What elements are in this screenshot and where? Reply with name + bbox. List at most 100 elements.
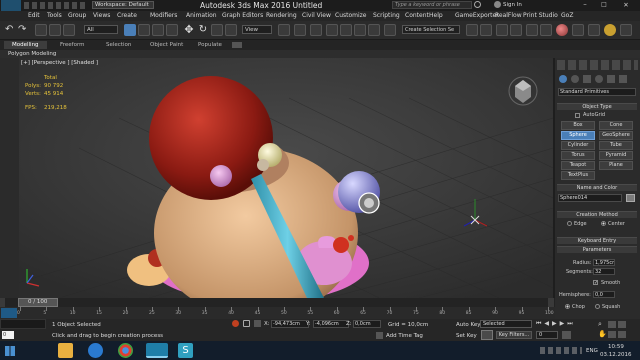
snaps-toggle-icon[interactable] xyxy=(326,24,338,36)
select-by-name-icon[interactable] xyxy=(138,24,150,36)
zoom-all-icon[interactable] xyxy=(608,321,616,328)
edit-named-selection-icon[interactable] xyxy=(384,24,396,36)
search-icon[interactable] xyxy=(474,1,481,8)
zoom-icon[interactable]: ⌕ xyxy=(598,321,606,328)
clock-time[interactable]: 10:59 xyxy=(608,344,624,350)
window-crossing-icon[interactable] xyxy=(166,24,178,36)
selection-filter-dropdown[interactable]: All xyxy=(84,25,118,34)
menu-item-tools[interactable]: Tools xyxy=(47,12,62,19)
auto-key-button[interactable]: Auto Key xyxy=(456,322,481,328)
add-time-tag[interactable]: Add Time Tag xyxy=(386,333,423,339)
zoom-extents-icon[interactable] xyxy=(618,321,626,328)
motion-tab-icon[interactable] xyxy=(595,75,603,83)
autogrid-checkbox[interactable] xyxy=(575,113,580,118)
display-tab-icon[interactable] xyxy=(607,75,615,83)
key-filters-button[interactable]: Key Filters... xyxy=(496,331,532,339)
ribbon-tab-populate[interactable]: Populate xyxy=(190,41,230,49)
segments-field[interactable]: 32 xyxy=(593,268,615,275)
object-type-cylinder-button[interactable]: Cylinder xyxy=(561,141,595,150)
menu-item-create[interactable]: Create xyxy=(117,12,137,19)
z-coordinate-field[interactable]: 0,0cm xyxy=(353,320,381,328)
perspective-viewport[interactable]: [+] [Perspective ] [Shaded ] Total Polys… xyxy=(19,58,553,298)
quick-access-icons[interactable] xyxy=(24,2,88,9)
named-selection-dropdown[interactable]: Create Selection Se xyxy=(402,25,460,34)
menu-item-civil-view[interactable]: Civil View xyxy=(302,12,331,19)
squash-radio[interactable] xyxy=(595,304,600,309)
name-color-header[interactable]: Name and Color xyxy=(557,184,637,191)
center-radio[interactable] xyxy=(601,221,606,226)
scale-icon[interactable] xyxy=(211,24,223,36)
curve-editor-icon[interactable] xyxy=(526,24,538,36)
ie-icon[interactable] xyxy=(88,343,103,358)
3dsmax-taskbar-icon[interactable] xyxy=(146,343,168,358)
reference-coordinate-dropdown[interactable]: View xyxy=(242,25,272,34)
ribbon-tab-selection[interactable]: Selection xyxy=(98,41,139,49)
clock-date[interactable]: 03.12.2016 xyxy=(600,352,632,358)
menu-item-content[interactable]: Content xyxy=(405,12,429,19)
mini-curve-icon[interactable] xyxy=(1,308,17,318)
time-slider-prev[interactable] xyxy=(0,298,5,307)
angle-snap-icon[interactable] xyxy=(340,24,352,36)
menu-item-animation[interactable]: Animation xyxy=(186,12,217,19)
creation-method-header[interactable]: Creation Method xyxy=(557,211,637,218)
object-type-plane-button[interactable]: Plane xyxy=(599,161,633,170)
workspace-dropdown[interactable]: Workspace: Default xyxy=(92,1,154,9)
scene-explorer-icon[interactable] xyxy=(510,24,522,36)
select-object-icon[interactable] xyxy=(124,24,136,36)
lock-icon[interactable] xyxy=(243,320,250,327)
object-name-field[interactable]: Sphere014 xyxy=(558,194,622,202)
select-manipulate-icon[interactable] xyxy=(294,24,306,36)
ribbon-options-icon[interactable] xyxy=(232,42,242,48)
mirror-icon[interactable] xyxy=(466,24,478,36)
set-key-icon[interactable] xyxy=(481,330,493,340)
utilities-tab-icon[interactable] xyxy=(619,75,627,83)
maximize-button[interactable]: □ xyxy=(596,1,612,9)
object-type-teapot-button[interactable]: Teapot xyxy=(561,161,595,170)
menu-item-realflow[interactable]: RealFlow xyxy=(495,12,522,19)
viewport-scene[interactable] xyxy=(19,58,553,298)
smooth-checkbox[interactable]: ✓ xyxy=(593,280,598,286)
radius-field[interactable]: 1,975cm xyxy=(593,259,615,266)
create-tab-icon[interactable] xyxy=(559,75,567,83)
track-bar[interactable]: 0 5 10 15 20 25 30 35 40 45 50 55 60 65 70 75 80 85 90 95 10… xyxy=(0,307,555,319)
menu-item-gameexporter[interactable]: GameExporter xyxy=(455,12,499,19)
move-icon[interactable]: ✥ xyxy=(183,24,195,36)
user-icon[interactable] xyxy=(494,1,501,8)
time-slider[interactable]: 0 / 100 xyxy=(0,298,555,307)
ribbon-tab-modelling[interactable]: Modelling xyxy=(4,41,47,49)
tray-icons[interactable] xyxy=(540,347,582,354)
object-type-geosphere-button[interactable]: GeoSphere xyxy=(599,131,633,140)
set-key-button[interactable]: Set Key xyxy=(456,333,477,339)
object-type-tube-button[interactable]: Tube xyxy=(599,141,633,150)
schematic-view-icon[interactable] xyxy=(540,24,552,36)
ribbon-tab-object-paint[interactable]: Object Paint xyxy=(142,41,191,49)
explorer-icon[interactable] xyxy=(58,343,73,358)
app-s-icon[interactable]: S xyxy=(178,343,193,358)
unlink-icon[interactable] xyxy=(49,24,61,36)
render-setup-icon[interactable] xyxy=(572,24,584,36)
align-icon[interactable] xyxy=(480,24,492,36)
time-config-icon[interactable] xyxy=(562,331,571,339)
rendered-frame-window-icon[interactable] xyxy=(588,24,600,36)
menu-item-help[interactable]: Help xyxy=(429,12,443,19)
current-frame-field[interactable]: 0 xyxy=(536,331,558,339)
menu-item-views[interactable]: Views xyxy=(93,12,110,19)
redo-icon[interactable]: ↷ xyxy=(18,24,30,36)
percent-snap-icon[interactable] xyxy=(354,24,366,36)
object-type-header[interactable]: Object Type xyxy=(557,103,637,110)
language-indicator[interactable]: ENG xyxy=(586,348,598,354)
viewport-label[interactable]: [+] [Perspective ] [Shaded ] xyxy=(21,60,98,66)
playback-controls[interactable]: ⏮◀▶▶⏭ xyxy=(536,320,598,328)
y-coordinate-field[interactable]: -4,096cm xyxy=(313,320,349,328)
object-type-torus-button[interactable]: Torus xyxy=(561,151,595,160)
close-button[interactable]: ✕ xyxy=(616,1,636,9)
pan-view-icon[interactable]: ✋ xyxy=(598,331,607,338)
menu-item-print-studio[interactable]: Print Studio xyxy=(523,12,558,19)
menu-item-customize[interactable]: Customize xyxy=(335,12,367,19)
absolute-mode-icon[interactable] xyxy=(254,320,261,327)
keyboard-shortcut-icon[interactable] xyxy=(310,24,322,36)
create-categories[interactable] xyxy=(557,60,638,70)
windows-start-icon[interactable] xyxy=(5,346,15,356)
isolate-icon[interactable] xyxy=(232,320,239,327)
search-input[interactable]: Type a keyword or phrase xyxy=(392,1,472,9)
